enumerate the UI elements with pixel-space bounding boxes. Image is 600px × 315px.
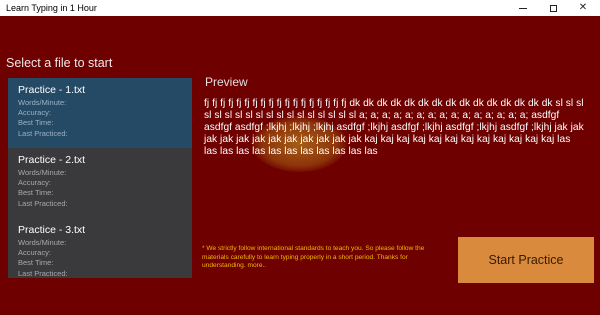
last-practiced-label: Last Practiced: [18,268,68,278]
file-item-practice-3[interactable]: Practice - 3.txt Words/Minute: Accuracy:… [8,218,192,278]
words-per-minute-label: Words/Minute: [18,238,67,247]
notice-text: * We strictly follow international stand… [202,245,425,270]
preview-heading: Preview [205,75,248,89]
close-button[interactable]: ✕ [570,0,596,16]
select-file-label: Select a file to start [6,56,113,70]
minimize-button[interactable] [510,0,536,16]
accuracy-label: Accuracy: [18,248,51,258]
minimize-icon [519,7,527,9]
window-title: Learn Typing in 1 Hour [6,3,97,13]
title-bar: Learn Typing in 1 Hour ✕ [0,0,600,16]
maximize-icon [549,4,557,12]
file-list[interactable]: Practice - 1.txt Words/Minute: Accuracy:… [8,78,192,278]
accuracy-label: Accuracy: [18,108,51,118]
last-practiced-label: Last Practiced: [18,128,68,138]
words-per-minute-label: Words/Minute: [18,168,67,177]
start-practice-button[interactable]: Start Practice [458,237,594,283]
file-name: Practice - 3.txt [18,224,86,236]
close-icon: ✕ [578,2,588,13]
best-time-label: Best Time: [18,118,54,128]
best-time-label: Best Time: [18,258,54,268]
maximize-button[interactable] [540,0,566,16]
accuracy-label: Accuracy: [18,178,51,188]
file-item-practice-1[interactable]: Practice - 1.txt Words/Minute: Accuracy:… [8,78,192,148]
file-name: Practice - 1.txt [18,84,86,96]
file-name: Practice - 2.txt [18,154,86,166]
best-time-label: Best Time: [18,188,54,198]
words-per-minute-label: Words/Minute: [18,98,67,107]
file-item-practice-2[interactable]: Practice - 2.txt Words/Minute: Accuracy:… [8,148,192,218]
last-practiced-label: Last Practiced: [18,198,68,208]
preview-text: fj fj fj fj fj fj fj fj fj fj fj fj fj f… [204,98,584,158]
preview-area: fj fj fj fj fj fj fj fj fj fj fj fj fj f… [204,98,584,193]
